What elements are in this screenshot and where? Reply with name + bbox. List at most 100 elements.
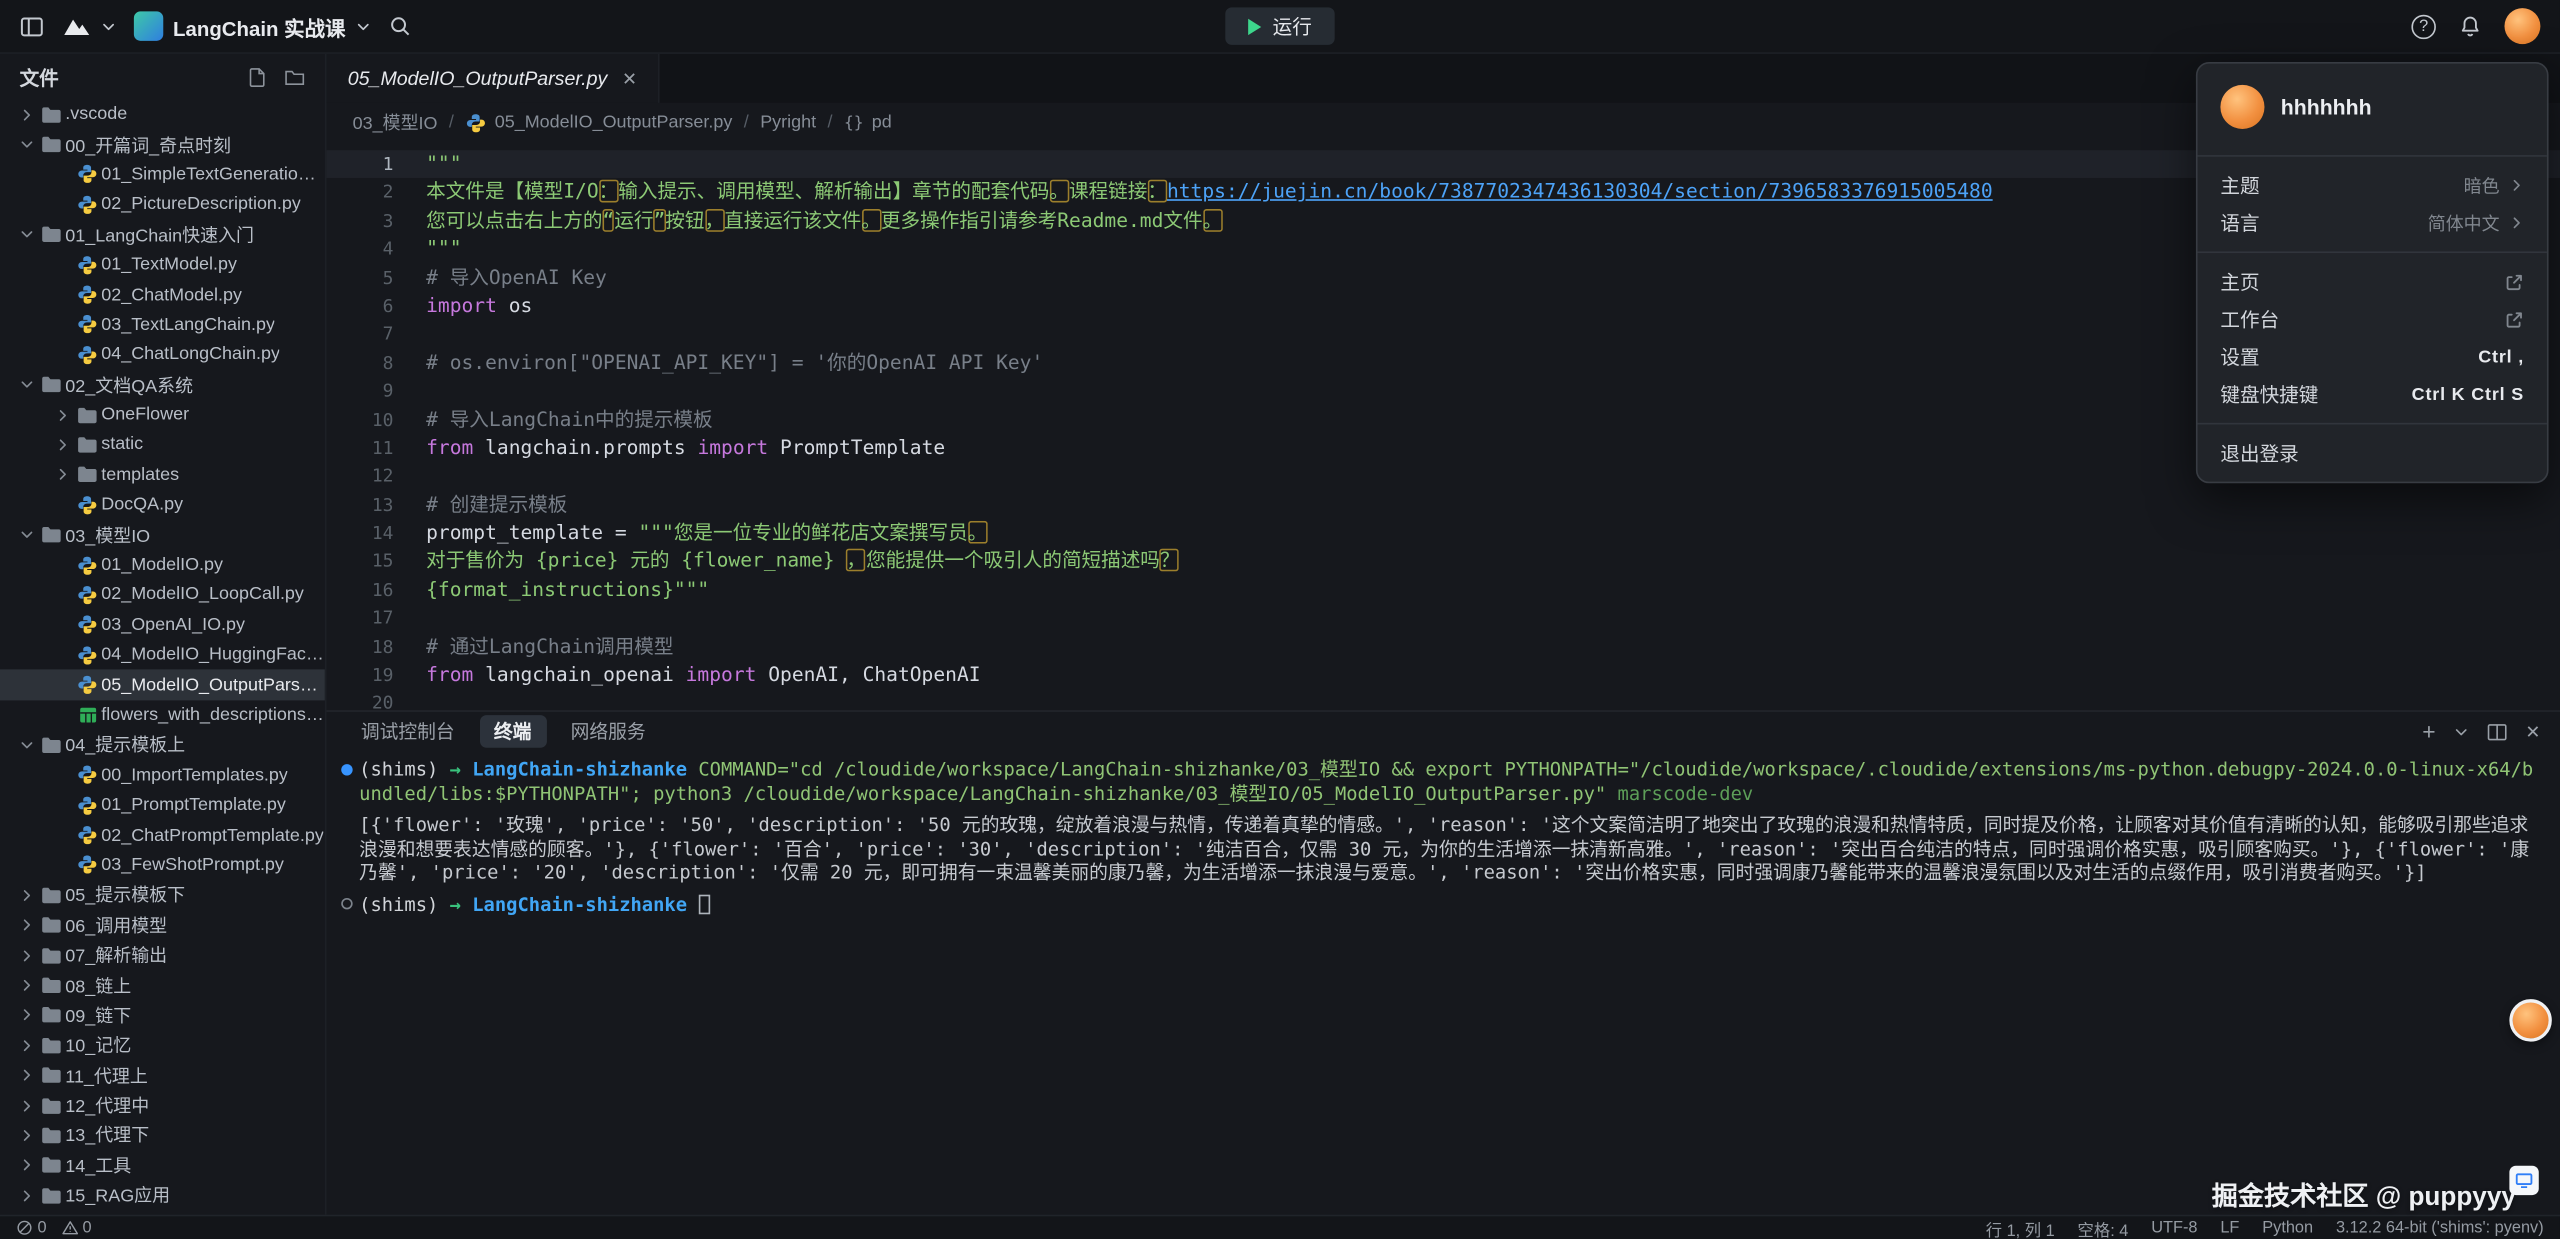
code-text: from langchain_openai import OpenAI, Cha…	[393, 661, 980, 689]
tree-folder-11_代理上[interactable]: 11_代理上	[0, 1060, 325, 1090]
code-line-17[interactable]: 17	[327, 604, 2560, 632]
breadcrumb-item[interactable]: {}pd	[844, 113, 892, 133]
tree-folder-06_调用模型[interactable]: 06_调用模型	[0, 910, 325, 940]
panel-tab-网络服务[interactable]: 网络服务	[556, 715, 660, 748]
menu-item-shortcuts[interactable]: 键盘快捷键Ctrl K Ctrl S	[2198, 376, 2547, 414]
tree-file-02_ChatPromptTemplate.py[interactable]: 02_ChatPromptTemplate.py	[0, 820, 325, 850]
close-panel-icon[interactable]: ✕	[2525, 721, 2540, 742]
code-line-16[interactable]: 16{format_instructions}"""	[327, 576, 2560, 604]
new-folder-icon[interactable]	[284, 66, 305, 87]
chevron-right-icon	[16, 1098, 37, 1113]
tree-folder-09_链下[interactable]: 09_链下	[0, 1000, 325, 1030]
menu-item-language[interactable]: 语言简体中文	[2198, 204, 2547, 242]
menu-item-workbench[interactable]: 工作台	[2198, 300, 2547, 338]
tree-file-03_FewShotPrompt.py[interactable]: 03_FewShotPrompt.py	[0, 850, 325, 880]
code-line-19[interactable]: 19from langchain_openai import OpenAI, C…	[327, 661, 2560, 689]
status-cursor-position[interactable]: 行 1, 列 1	[1986, 1216, 2055, 1239]
workspace-switcher[interactable]	[62, 16, 116, 37]
code-line-13[interactable]: 13# 创建提示模板	[327, 491, 2560, 519]
terminal-dropdown-icon[interactable]	[2454, 724, 2469, 739]
menu-item-logout[interactable]: 退出登录	[2198, 434, 2547, 472]
tree-file-01_TextModel.py[interactable]: 01_TextModel.py	[0, 250, 325, 280]
tree-file-02_ModelIO_LoopCall.py[interactable]: 02_ModelIO_LoopCall.py	[0, 580, 325, 610]
close-icon[interactable]: ✕	[622, 68, 637, 89]
feedback-widget-button[interactable]	[2509, 1166, 2538, 1195]
code-token	[835, 549, 847, 572]
breadcrumb-item[interactable]: 05_ModelIO_OutputParser.py	[465, 112, 732, 133]
tree-folder-01_LangChain快速入门[interactable]: 01_LangChain快速入门	[0, 220, 325, 250]
project-selector[interactable]: LangChain 实战课	[134, 11, 370, 42]
new-file-icon[interactable]	[247, 66, 268, 87]
menu-item-settings[interactable]: 设置Ctrl ,	[2198, 338, 2547, 376]
tree-folder-15_RAG应用[interactable]: 15_RAG应用	[0, 1181, 325, 1211]
breadcrumb-separator: /	[449, 113, 454, 133]
terminal[interactable]: (shims) → LangChain-shizhanke COMMAND="c…	[327, 751, 2560, 1215]
tree-file-01_PromptTemplate.py[interactable]: 01_PromptTemplate.py	[0, 790, 325, 820]
terminal-line: (shims) → LangChain-shizhanke	[343, 893, 2544, 917]
tree-folder-10_记忆[interactable]: 10_记忆	[0, 1030, 325, 1060]
tree-folder-14_工具[interactable]: 14_工具	[0, 1150, 325, 1180]
command-decoration-icon[interactable]	[341, 899, 352, 910]
command-decoration-icon[interactable]	[341, 763, 352, 774]
tree-folder-templates[interactable]: templates	[0, 460, 325, 490]
search-icon[interactable]	[388, 15, 411, 38]
breadcrumb-item[interactable]: Pyright	[760, 113, 816, 133]
menu-item-theme[interactable]: 主题暗色	[2198, 167, 2547, 205]
code-token: 对于售价为	[426, 549, 536, 572]
tree-folder-02_文档QA系统[interactable]: 02_文档QA系统	[0, 370, 325, 400]
code-line-18[interactable]: 18# 通过LangChain调用模型	[327, 633, 2560, 661]
tree-file-00_ImportTemplates.py[interactable]: 00_ImportTemplates.py	[0, 760, 325, 790]
tree-folder-13_代理下[interactable]: 13_代理下	[0, 1120, 325, 1150]
tree-file-DocQA.py[interactable]: DocQA.py	[0, 490, 325, 520]
code-text	[393, 377, 426, 405]
menu-item-extra: 简体中文	[2428, 210, 2524, 236]
panel-tab-调试控制台[interactable]: 调试控制台	[346, 715, 469, 748]
run-button[interactable]: 运行	[1225, 7, 1334, 45]
status-language-mode[interactable]: Python	[2262, 1219, 2313, 1237]
tree-file-flowers_with_descriptions.csv[interactable]: flowers_with_descriptions.csv	[0, 700, 325, 730]
tree-file-03_OpenAI_IO.py[interactable]: 03_OpenAI_IO.py	[0, 610, 325, 640]
tree-folder-04_提示模板上[interactable]: 04_提示模板上	[0, 730, 325, 760]
tree-file-04_ChatLongChain.py[interactable]: 04_ChatLongChain.py	[0, 340, 325, 370]
tree-file-01_SimpleTextGeneration.py[interactable]: 01_SimpleTextGeneration.py	[0, 160, 325, 190]
tree-file-04_ModelIO_HuggingFace.py[interactable]: 04_ModelIO_HuggingFace.py	[0, 640, 325, 670]
tree-folder-12_代理中[interactable]: 12_代理中	[0, 1090, 325, 1120]
breadcrumb-item[interactable]: 03_模型IO	[353, 109, 438, 135]
status-eol[interactable]: LF	[2220, 1219, 2239, 1237]
help-icon[interactable]: ?	[2411, 14, 2435, 38]
tree-folder-00_开篇词_奇点时刻[interactable]: 00_开篇词_奇点时刻	[0, 130, 325, 160]
line-number: 17	[327, 604, 394, 632]
sidebar-toggle-icon[interactable]	[20, 14, 44, 38]
code-line-15[interactable]: 15对于售价为 {price} 元的 {flower_name} ，您能提供一个…	[327, 548, 2560, 576]
panel-tab-终端[interactable]: 终端	[479, 715, 546, 748]
tree-folder-static[interactable]: static	[0, 430, 325, 460]
tree-file-03_TextLangChain.py[interactable]: 03_TextLangChain.py	[0, 310, 325, 340]
status-indentation[interactable]: 空格: 4	[2078, 1216, 2129, 1239]
tree-folder-.vscode[interactable]: .vscode	[0, 100, 325, 130]
new-terminal-icon[interactable]: +	[2422, 718, 2435, 744]
tree-folder-07_解析输出[interactable]: 07_解析输出	[0, 940, 325, 970]
status-python-interpreter[interactable]: 3.12.2 64-bit ('shims': pyenv)	[2336, 1219, 2544, 1237]
status-warnings[interactable]: 0	[61, 1219, 91, 1237]
folder-icon	[38, 526, 66, 544]
editor-tab[interactable]: 05_ModelIO_OutputParser.py ✕	[327, 54, 660, 103]
tree-folder-08_链上[interactable]: 08_链上	[0, 970, 325, 1000]
chevron-right-icon	[52, 407, 73, 422]
split-panel-icon[interactable]	[2486, 721, 2507, 742]
assistant-avatar-button[interactable]	[2509, 999, 2551, 1041]
tree-file-02_ChatModel.py[interactable]: 02_ChatModel.py	[0, 280, 325, 310]
status-encoding[interactable]: UTF-8	[2151, 1219, 2197, 1237]
chevron-right-icon	[16, 948, 37, 963]
tree-file-02_PictureDescription.py[interactable]: 02_PictureDescription.py	[0, 190, 325, 220]
tree-folder-OneFlower[interactable]: OneFlower	[0, 400, 325, 430]
tree-folder-03_模型IO[interactable]: 03_模型IO	[0, 520, 325, 550]
tree-file-01_ModelIO.py[interactable]: 01_ModelIO.py	[0, 550, 325, 580]
bell-icon[interactable]	[2459, 15, 2482, 38]
tree-file-05_ModelIO_OutputParser.py[interactable]: 05_ModelIO_OutputParser.py	[0, 670, 325, 700]
status-errors[interactable]: 0	[16, 1219, 46, 1237]
code-line-14[interactable]: 14prompt_template = """您是一位专业的鲜花店文案撰写员。	[327, 519, 2560, 547]
code-line-20[interactable]: 20	[327, 690, 2560, 711]
tree-folder-05_提示模板下[interactable]: 05_提示模板下	[0, 880, 325, 910]
menu-item-home[interactable]: 主页	[2198, 263, 2547, 301]
user-avatar[interactable]	[2504, 8, 2540, 44]
